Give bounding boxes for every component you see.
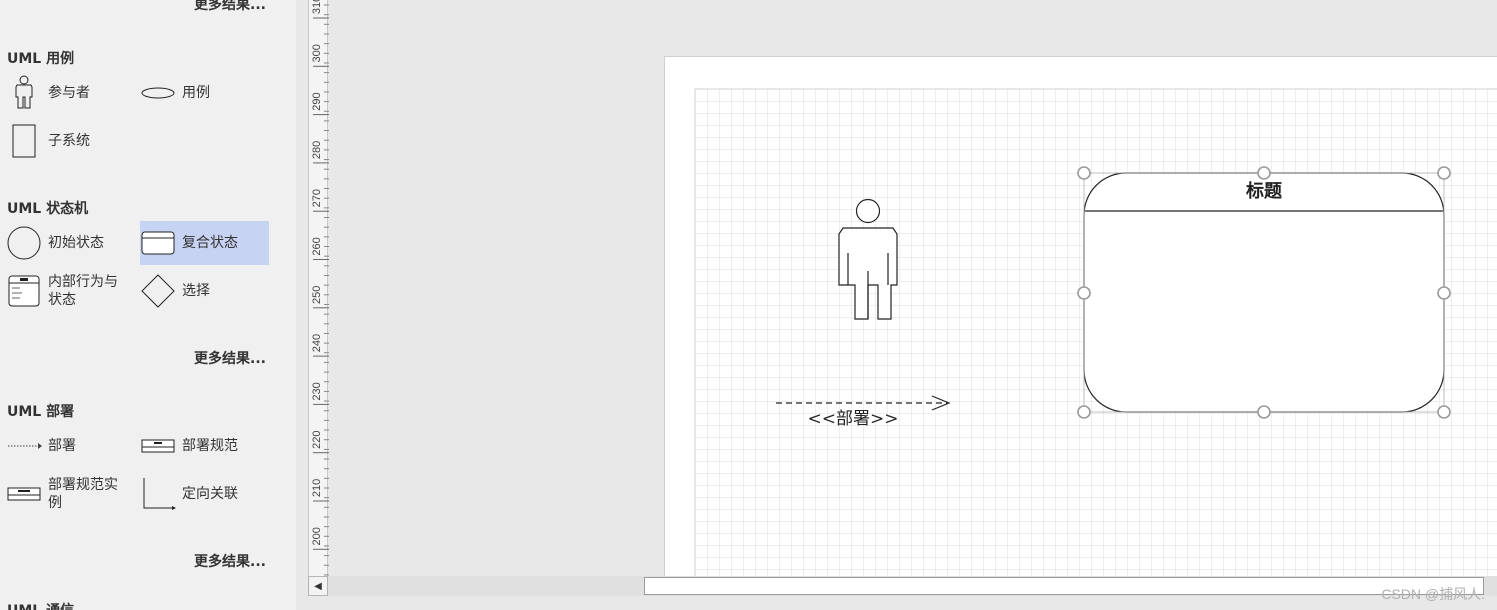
shape-subsystem[interactable]: 子系统 [6, 119, 134, 163]
resize-handle-n[interactable] [1257, 166, 1271, 180]
ruler-label: 200 [311, 527, 323, 545]
section-title-uml-communication[interactable]: UML 通信 [7, 600, 74, 610]
ruler-label: 300 [311, 44, 323, 62]
resize-handle-se[interactable] [1437, 405, 1451, 419]
shape-directed-association[interactable]: 定向关联 [140, 472, 268, 516]
watermark-text: CSDN @捕风人. [1381, 586, 1485, 602]
deployment-spec-instance-icon [6, 474, 42, 514]
shape-label: 复合状态 [182, 235, 238, 251]
ruler-label: 310 [311, 0, 323, 14]
dotted-arrow-icon [6, 426, 42, 466]
shape-label: 用例 [182, 85, 210, 101]
shape-usecase[interactable]: 用例 [140, 71, 268, 115]
shape-deployment-spec[interactable]: 部署规范 [140, 424, 268, 468]
shape-deployment-spec-instance[interactable]: 部署规范实例 [6, 472, 134, 516]
resize-handle-e[interactable] [1437, 286, 1451, 300]
vertical-ruler: 310 300 290 280 270 260 250 240 230 220 210 200 [308, 0, 329, 576]
ruler-label: 230 [311, 382, 323, 400]
ruler-label: 240 [311, 334, 323, 352]
horizontal-scrollbar[interactable]: ◀ [308, 576, 1497, 596]
deployment-spec-icon [140, 426, 176, 466]
ruler-label: 260 [311, 237, 323, 255]
shape-composite-state[interactable]: 复合状态 [140, 221, 269, 265]
shape-label: 参与者 [48, 85, 90, 101]
ruler-label: 220 [311, 431, 323, 449]
shape-choice[interactable]: 选择 [140, 269, 268, 313]
ruler-label: 250 [311, 286, 323, 304]
diamond-icon [140, 271, 176, 311]
resize-handle-sw[interactable] [1077, 405, 1091, 419]
resize-handle-w[interactable] [1077, 286, 1091, 300]
actor-icon [6, 73, 42, 113]
shape-label: 内部行为与状态 [48, 274, 118, 308]
directed-association-icon [140, 474, 176, 514]
shape-label: 选择 [182, 283, 210, 299]
shape-label: 子系统 [48, 133, 90, 149]
more-results-link[interactable]: 更多结果... [194, 0, 266, 14]
shape-label: 部署规范实例 [48, 477, 118, 511]
shape-label: 部署 [48, 438, 76, 454]
more-results-link[interactable]: 更多结果... [194, 551, 266, 571]
ruler-label: 290 [311, 92, 323, 110]
shape-label: 部署规范 [182, 438, 238, 454]
ruler-label: 210 [311, 479, 323, 497]
ruler-label: 270 [311, 189, 323, 207]
composite-state-shape[interactable]: 标题 [1077, 166, 1451, 419]
internal-behavior-icon [6, 271, 42, 311]
state-title[interactable]: 标题 [1245, 180, 1283, 202]
composite-state-icon [140, 223, 176, 263]
circle-icon [6, 223, 42, 263]
more-results-link[interactable]: 更多结果... [194, 348, 266, 368]
ruler-label: 280 [311, 141, 323, 159]
shape-internal-behavior-state[interactable]: 内部行为与状态 [6, 269, 134, 313]
app-window: 更多结果... UML 用例 参与者 用例 子系统 UML 状态机 初始状态 复… [0, 0, 1497, 610]
shape-library-panel: 更多结果... UML 用例 参与者 用例 子系统 UML 状态机 初始状态 复… [0, 0, 296, 610]
diagram-surface[interactable]: <<部署>> 标题 [665, 57, 1497, 576]
section-title-uml-usecase[interactable]: UML 用例 [7, 48, 74, 68]
ellipse-icon [140, 73, 176, 113]
shape-actor[interactable]: 参与者 [6, 71, 134, 115]
resize-handle-s[interactable] [1257, 405, 1271, 419]
scrollbar-thumb[interactable] [644, 577, 1484, 595]
shape-initial-state[interactable]: 初始状态 [6, 221, 134, 265]
resize-handle-ne[interactable] [1437, 166, 1451, 180]
rectangle-icon [6, 121, 42, 161]
shape-label: 初始状态 [48, 235, 104, 251]
ruler-ticks: 310 300 290 280 270 260 250 240 230 220 210 200 [311, 0, 329, 576]
section-title-uml-statemachine[interactable]: UML 状态机 [7, 198, 88, 218]
drawing-page[interactable]: <<部署>> 标题 [664, 56, 1497, 576]
shape-deployment[interactable]: 部署 [6, 424, 134, 468]
shape-label: 定向关联 [182, 486, 238, 502]
deployment-label[interactable]: <<部署>> [808, 409, 899, 429]
drawing-canvas[interactable]: <<部署>> 标题 [329, 0, 1497, 576]
resize-handle-nw[interactable] [1077, 166, 1091, 180]
section-title-uml-deployment[interactable]: UML 部署 [7, 401, 74, 421]
scroll-left-button[interactable]: ◀ [308, 576, 328, 596]
